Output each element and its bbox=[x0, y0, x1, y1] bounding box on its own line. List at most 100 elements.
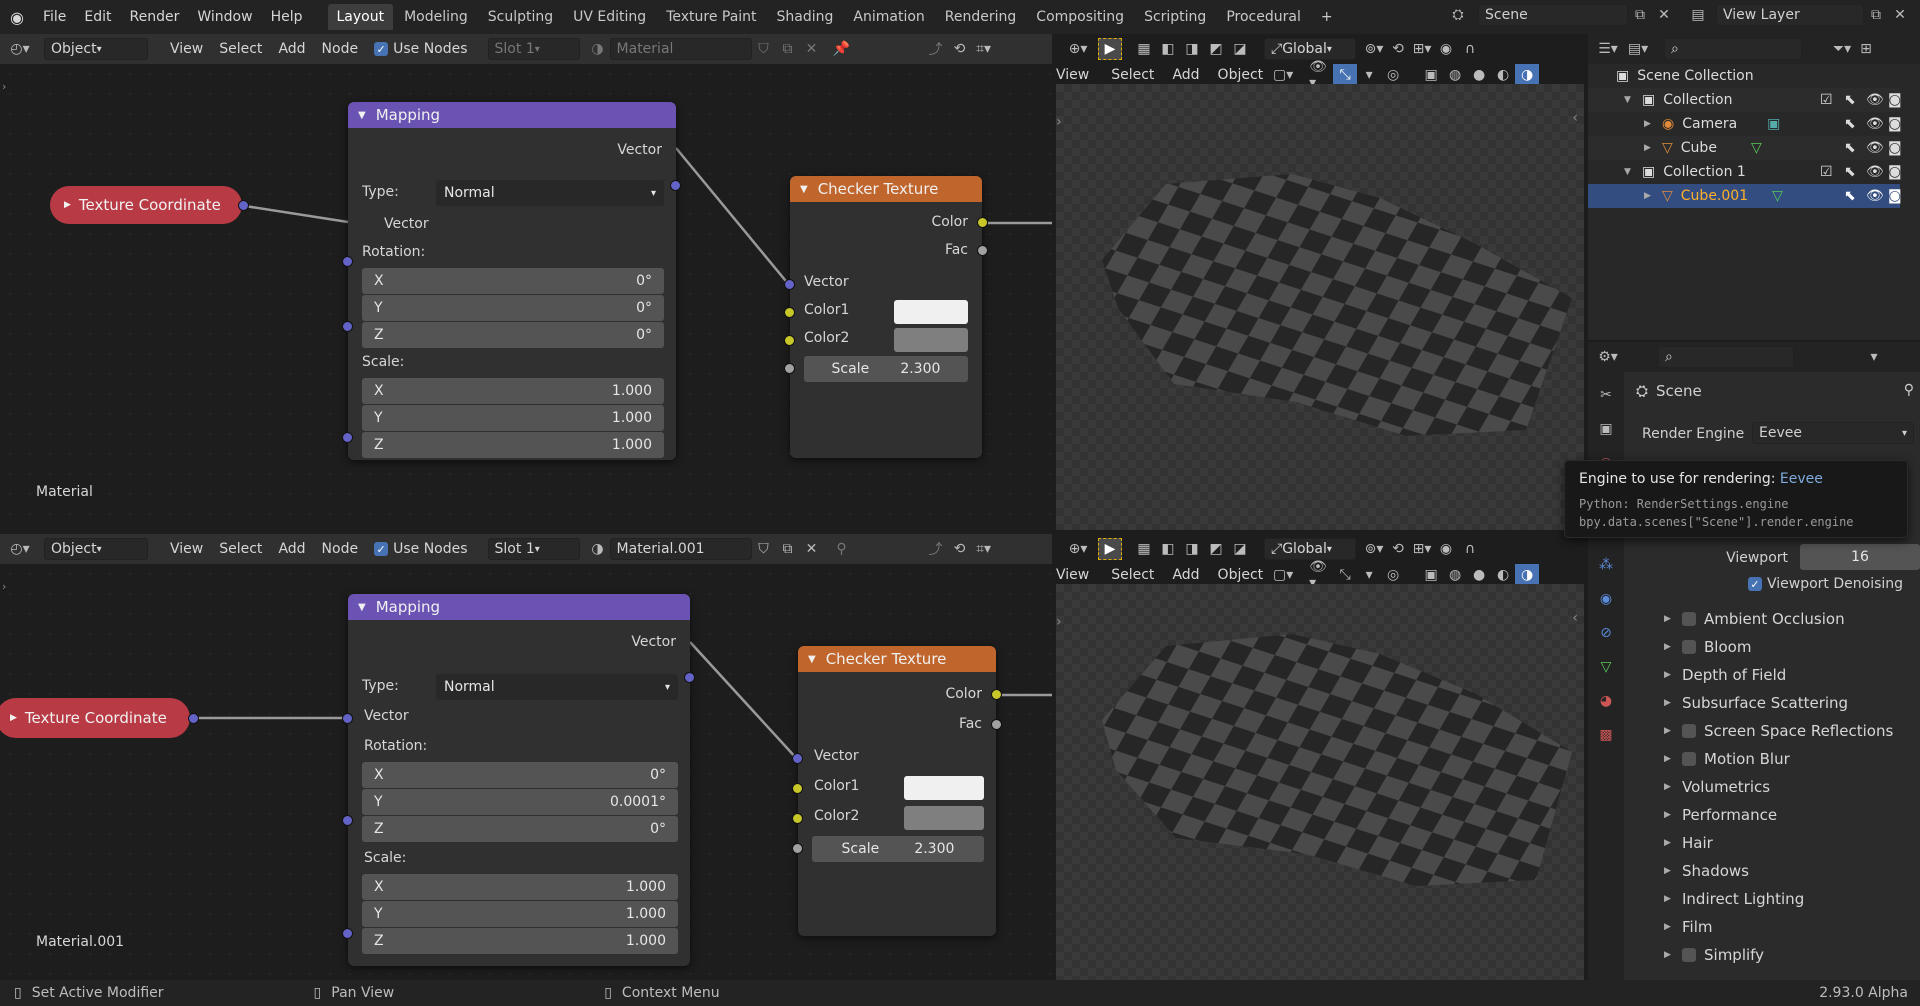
slot-select[interactable]: Slot 1 ▾ bbox=[487, 38, 580, 60]
gizmo-dropdown-icon[interactable]: ▾ bbox=[1357, 564, 1381, 586]
rotation-y-field[interactable]: Y 0° bbox=[362, 295, 664, 321]
pivot-icon[interactable]: ⊚▾ bbox=[1362, 538, 1386, 560]
camera-render-icon[interactable]: ◙ bbox=[1888, 116, 1902, 132]
camera-render-icon[interactable]: ◙ bbox=[1888, 188, 1902, 204]
editor-type-icon[interactable]: ⚙▾ bbox=[1596, 346, 1620, 368]
close-scene-icon[interactable]: ✕ bbox=[1652, 4, 1676, 26]
viewport-top[interactable]: › ‹ bbox=[1056, 84, 1584, 530]
checker-color2-input-socket[interactable] bbox=[792, 813, 803, 824]
outliner-search-input[interactable]: ⌕ bbox=[1664, 38, 1802, 60]
texture-coordinate-node[interactable]: ▶ Texture Coordinate bbox=[50, 186, 242, 224]
checkbox-icon[interactable] bbox=[1682, 640, 1696, 654]
new-collection-icon[interactable]: ⊞ bbox=[1854, 38, 1878, 60]
eye-icon[interactable]: 👁 bbox=[1866, 188, 1884, 204]
snap-icon[interactable]: ⟲ bbox=[948, 538, 972, 560]
duplicate-icon[interactable]: ⧉ bbox=[776, 38, 800, 60]
gizmo-dropdown-icon[interactable]: ▾ bbox=[1357, 64, 1381, 86]
tab-texture-paint[interactable]: Texture Paint bbox=[657, 4, 765, 30]
menu-node[interactable]: Node bbox=[316, 38, 365, 60]
menu-window[interactable]: Window bbox=[188, 0, 261, 34]
visibility-icon[interactable]: 👁▾ bbox=[1309, 559, 1333, 591]
scale-x-field[interactable]: X 1.000 bbox=[362, 378, 664, 404]
expand-arrow-icon[interactable]: ▼ bbox=[1624, 95, 1632, 105]
texture-tab-icon[interactable]: ▩ bbox=[1594, 724, 1618, 746]
collapse-arrow-icon[interactable]: ▶ bbox=[10, 713, 17, 723]
gizmo-icon[interactable]: ⤡ bbox=[1333, 64, 1358, 86]
menu-file[interactable]: File bbox=[34, 0, 75, 34]
slot-select[interactable]: Slot 1 ▾ bbox=[487, 538, 580, 560]
snap-options-icon[interactable]: ⌗▾ bbox=[972, 38, 996, 60]
blender-logo-icon[interactable]: ◉ bbox=[0, 0, 34, 34]
collapse-arrow-icon[interactable]: ▼ bbox=[358, 602, 366, 613]
display-mode-icon[interactable]: ▤▾ bbox=[1626, 38, 1650, 60]
checker-color1-input-socket[interactable] bbox=[792, 783, 803, 794]
checker-color2-input-socket[interactable] bbox=[784, 335, 795, 346]
material-field[interactable]: Material.001 bbox=[609, 538, 752, 560]
checker-color-output-socket[interactable] bbox=[977, 217, 988, 228]
mapping-vector-input-socket[interactable] bbox=[342, 713, 353, 724]
select-intersect-icon[interactable]: ◪ bbox=[1228, 538, 1252, 560]
parent-tree-icon[interactable]: ⤴ bbox=[924, 538, 948, 560]
checker-scale-field[interactable]: Scale 2.300 bbox=[804, 356, 968, 382]
material-shading-icon[interactable]: ◐ bbox=[1491, 564, 1515, 586]
panel-depth-of-field[interactable]: ▶ Depth of Field bbox=[1664, 662, 1920, 688]
snap-target-icon[interactable]: ⊞▾ bbox=[1410, 538, 1434, 560]
viewport-samples-field[interactable]: 16 bbox=[1800, 544, 1920, 570]
menu-view[interactable]: View bbox=[164, 538, 209, 560]
outliner-row-cube[interactable]: ▶ ▽ Cube ▽ ⬉ 👁 ◙ bbox=[1588, 136, 1902, 160]
duplicate-icon[interactable]: ⧉ bbox=[776, 538, 800, 560]
expand-arrow-icon[interactable]: ▶ bbox=[1664, 950, 1672, 960]
menu-add[interactable]: Add bbox=[1172, 67, 1199, 83]
toolbar-expand-icon[interactable]: › bbox=[1056, 614, 1062, 630]
tab-uv-editing[interactable]: UV Editing bbox=[564, 4, 655, 30]
type-dropdown[interactable]: Normal ▾ bbox=[436, 674, 678, 700]
mapping-node[interactable]: ▼ Mapping Vector Type: Normal ▾ Vector Rot… bbox=[342, 102, 681, 460]
physics-tab-icon[interactable]: ◉ bbox=[1594, 588, 1618, 610]
node-editor-bottom[interactable]: ▶ Texture Coordinate ▼ Mapping Vector Typ… bbox=[0, 564, 1052, 980]
sidebar-expand-icon[interactable]: ‹ bbox=[1572, 110, 1578, 126]
panel-volumetrics[interactable]: ▶ Volumetrics bbox=[1664, 774, 1920, 800]
toolbar-expand-icon[interactable]: › bbox=[1056, 114, 1062, 130]
panel-shadows[interactable]: ▶ Shadows bbox=[1664, 858, 1920, 884]
select-subtract-icon[interactable]: ◨ bbox=[1180, 38, 1204, 60]
scale-z-field[interactable]: Z 1.000 bbox=[362, 432, 664, 458]
close-view-layer-icon[interactable]: ✕ bbox=[1888, 4, 1912, 26]
menu-edit[interactable]: Edit bbox=[75, 0, 120, 34]
data-tab-icon[interactable]: ▽ bbox=[1594, 656, 1618, 678]
tab-sculpting[interactable]: Sculpting bbox=[479, 4, 562, 30]
camera-render-icon[interactable]: ◙ bbox=[1888, 92, 1902, 108]
checker-header[interactable]: ▼ Checker Texture bbox=[790, 176, 982, 202]
editor-type-icon[interactable]: ⊕▾ bbox=[1066, 38, 1090, 60]
tab-rendering[interactable]: Rendering bbox=[936, 4, 1026, 30]
orientation-select[interactable]: ⤢ Global ▾ bbox=[1264, 538, 1356, 560]
menu-select[interactable]: Select bbox=[1111, 567, 1154, 583]
panel-motion-blur[interactable]: ▶ Motion Blur bbox=[1664, 746, 1920, 772]
texcoord-output-socket[interactable] bbox=[188, 713, 199, 724]
checker-vector-input-socket[interactable] bbox=[784, 279, 795, 290]
unlink-icon[interactable]: ✕ bbox=[800, 38, 824, 60]
expand-arrow-icon[interactable]: ▶ bbox=[1664, 642, 1672, 652]
solid-shading-icon[interactable]: ● bbox=[1467, 564, 1491, 586]
rotation-x-field[interactable]: X 0° bbox=[362, 762, 678, 788]
view-layer-icon[interactable]: ▤ bbox=[1686, 4, 1710, 26]
checker-fac-output-socket[interactable] bbox=[977, 245, 988, 256]
checkbox-icon[interactable] bbox=[1682, 612, 1696, 626]
falloff-icon[interactable]: ∩ bbox=[1458, 38, 1482, 60]
texture-coordinate-node[interactable]: ▶ Texture Coordinate bbox=[0, 698, 190, 738]
rendered-shading-icon[interactable]: ◑ bbox=[1515, 564, 1540, 586]
wireframe-shading-icon[interactable]: ◍ bbox=[1443, 564, 1467, 586]
mapping-header[interactable]: ▼ Mapping bbox=[348, 594, 690, 620]
select-invert-icon[interactable]: ◩ bbox=[1204, 538, 1228, 560]
rendered-shading-icon[interactable]: ◑ bbox=[1515, 64, 1540, 86]
select-tool-icon[interactable]: ▶ bbox=[1098, 538, 1122, 560]
mapping-scale-input-socket[interactable] bbox=[342, 928, 353, 939]
tab-modeling[interactable]: Modeling bbox=[395, 4, 477, 30]
eye-icon[interactable]: 👁 bbox=[1866, 116, 1884, 132]
panel-ambient-occlusion[interactable]: ▶ Ambient Occlusion bbox=[1664, 606, 1920, 632]
scale-y-field[interactable]: Y 1.000 bbox=[362, 405, 664, 431]
menu-add[interactable]: Add bbox=[272, 538, 311, 560]
filter-icon[interactable]: ⏷▾ bbox=[1830, 38, 1854, 60]
mapping-rotation-input-socket[interactable] bbox=[342, 815, 353, 826]
expand-arrow-icon[interactable]: ▶ bbox=[1664, 726, 1672, 736]
toolbar-expand-icon[interactable]: › bbox=[2, 80, 6, 93]
